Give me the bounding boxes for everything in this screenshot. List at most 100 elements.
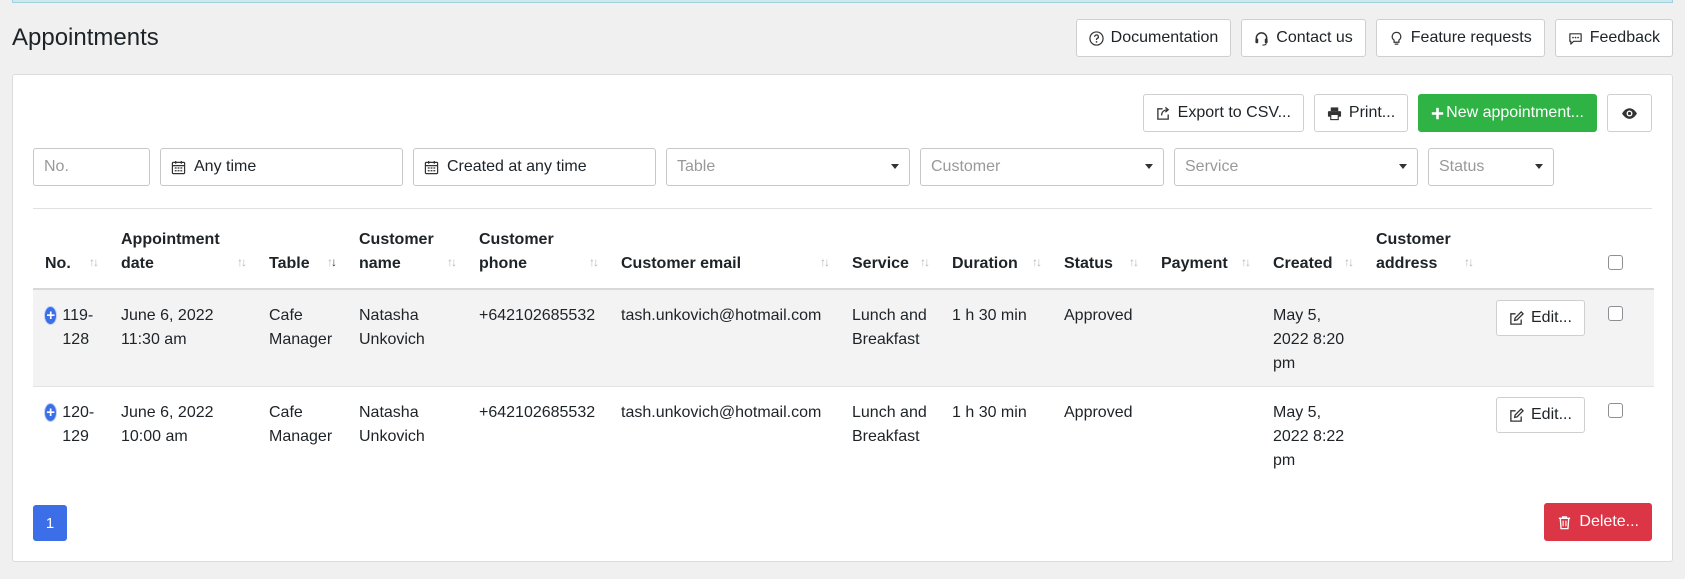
service-filter-select[interactable]: Service xyxy=(1174,148,1418,186)
cell-customer-phone: +642102685532 xyxy=(479,404,596,421)
col-header-status[interactable]: Status ↑↓ xyxy=(1052,209,1149,290)
pagination-page-1[interactable]: 1 xyxy=(33,505,67,541)
col-header-date-label: Appointment date xyxy=(121,231,220,272)
number-filter-input[interactable]: No. xyxy=(33,148,150,186)
sort-icon: ↑↓ xyxy=(1129,255,1139,269)
cell-created: May 5, 2022 8:20 pm xyxy=(1261,289,1364,387)
sort-icon: ↑↓ xyxy=(1344,255,1354,269)
cell-customer-name: Natasha Unkovich xyxy=(347,289,467,387)
cell-customer-name: Natasha Unkovich xyxy=(359,404,425,445)
cell-status: Approved xyxy=(1052,289,1149,387)
cell-date: June 6, 2022 11:30 am xyxy=(109,289,257,387)
customer-filter-select[interactable]: Customer xyxy=(920,148,1164,186)
status-filter-placeholder: Status xyxy=(1439,158,1485,175)
edit-label: Edit... xyxy=(1531,406,1572,423)
trash-icon xyxy=(1559,515,1571,529)
top-notice-strip xyxy=(12,0,1673,3)
sort-icon: ↑↓ xyxy=(237,255,247,269)
expand-row-icon[interactable]: + xyxy=(45,307,57,324)
caret-down-icon xyxy=(1535,164,1543,169)
toolbar: Export to CSV... Print... New appointmen… xyxy=(1142,94,1652,132)
col-header-customer-email-label: Customer email xyxy=(621,255,742,272)
filters-row: No. Any time Created at any time Table C… xyxy=(33,148,1652,186)
cell-select xyxy=(1596,289,1654,387)
col-header-created[interactable]: Created ↑↓ xyxy=(1261,209,1364,290)
col-header-service[interactable]: Service ↑↓ xyxy=(840,209,940,290)
col-header-table[interactable]: Table ↑↓ xyxy=(257,209,347,290)
date-filter[interactable]: Any time xyxy=(160,148,403,186)
col-header-no[interactable]: No. ↑↓ xyxy=(33,209,109,290)
cell-actions: Edit... xyxy=(1484,289,1596,387)
export-csv-label: Export to CSV... xyxy=(1177,104,1291,121)
col-header-select xyxy=(1596,209,1654,290)
col-header-duration-label: Duration xyxy=(952,255,1018,272)
customer-filter-placeholder: Customer xyxy=(931,158,1001,175)
col-header-customer-address[interactable]: Customer address ↑↓ xyxy=(1364,209,1484,290)
page-title: Appointments xyxy=(12,24,159,51)
col-header-customer-email[interactable]: Customer email ↑↓ xyxy=(609,209,840,290)
row-checkbox[interactable] xyxy=(1608,403,1623,418)
edit-button[interactable]: Edit... xyxy=(1496,397,1585,433)
export-icon xyxy=(1156,106,1169,120)
col-header-payment-label: Payment xyxy=(1161,255,1228,272)
contact-us-button[interactable]: Contact us xyxy=(1241,19,1366,57)
cell-customer-email: tash.unkovich@hotmail.com xyxy=(621,404,822,421)
col-header-duration[interactable]: Duration ↑↓ xyxy=(940,209,1052,290)
status-filter-select[interactable]: Status xyxy=(1428,148,1554,186)
sort-icon: ↑↓ xyxy=(920,255,930,269)
sort-icon: ↑↓ xyxy=(589,255,599,269)
feature-requests-label: Feature requests xyxy=(1410,29,1532,46)
cell-select xyxy=(1596,387,1654,484)
col-header-customer-name-label: Customer name xyxy=(359,231,434,272)
cell-duration: 1 h 30 min xyxy=(952,404,1027,421)
cell-date: June 6, 2022 10:00 am xyxy=(121,404,214,445)
cell-duration: 1 h 30 min xyxy=(940,289,1052,387)
edit-icon xyxy=(1510,407,1524,422)
col-header-customer-name[interactable]: Customer name ↑↓ xyxy=(347,209,467,290)
cell-created: May 5, 2022 8:22 pm xyxy=(1273,404,1345,469)
cell-payment xyxy=(1149,289,1261,387)
documentation-button[interactable]: Documentation xyxy=(1075,19,1232,57)
delete-label: Delete... xyxy=(1579,513,1639,530)
cell-customer-address xyxy=(1364,387,1484,484)
caret-down-icon xyxy=(1399,164,1407,169)
column-visibility-button[interactable] xyxy=(1607,94,1652,132)
col-header-customer-phone[interactable]: Customer phone ↑↓ xyxy=(467,209,609,290)
edit-button[interactable]: Edit... xyxy=(1496,300,1585,336)
new-appointment-button[interactable]: New appointment... xyxy=(1418,94,1597,132)
cell-no-value: 120-129 xyxy=(62,404,95,445)
select-all-checkbox[interactable] xyxy=(1608,255,1623,270)
col-header-actions xyxy=(1484,209,1596,290)
lightbulb-icon xyxy=(1391,31,1402,45)
col-header-payment[interactable]: Payment ↑↓ xyxy=(1149,209,1261,290)
feedback-label: Feedback xyxy=(1589,29,1660,46)
sort-desc-icon: ↑↓ xyxy=(327,255,337,269)
created-filter[interactable]: Created at any time xyxy=(413,148,656,186)
feature-requests-button[interactable]: Feature requests xyxy=(1375,19,1545,57)
cell-no-value: 119-128 xyxy=(62,307,94,348)
number-filter-placeholder: No. xyxy=(44,158,69,175)
printer-icon xyxy=(1327,106,1341,120)
sort-icon: ↑↓ xyxy=(820,255,830,269)
col-header-date[interactable]: Appointment date ↑↓ xyxy=(109,209,257,290)
table-header-row: No. ↑↓ Appointment date ↑↓ Table ↑↓ Custome… xyxy=(33,209,1654,290)
cell-customer-address xyxy=(1364,289,1484,387)
table-row[interactable]: +120-129 June 6, 2022 10:00 am Cafe Mana… xyxy=(33,387,1654,484)
table-filter-select[interactable]: Table xyxy=(666,148,910,186)
row-checkbox[interactable] xyxy=(1608,306,1623,321)
export-csv-button[interactable]: Export to CSV... xyxy=(1142,94,1304,132)
table-row[interactable]: +119-128 June 6, 2022 11:30 am Cafe Mana… xyxy=(33,289,1654,387)
col-header-status-label: Status xyxy=(1064,255,1113,272)
feedback-button[interactable]: Feedback xyxy=(1554,19,1673,57)
sort-icon: ↑↓ xyxy=(1464,255,1474,269)
cell-service: Lunch and Breakfast xyxy=(840,289,940,387)
edit-icon xyxy=(1510,310,1524,325)
delete-button[interactable]: Delete... xyxy=(1544,503,1652,541)
expand-row-icon[interactable]: + xyxy=(45,404,57,421)
help-buttons: Documentation Contact us Feature request… xyxy=(1075,19,1673,57)
print-button[interactable]: Print... xyxy=(1313,94,1409,132)
table-filter-placeholder: Table xyxy=(677,158,716,175)
col-header-created-label: Created xyxy=(1273,255,1333,272)
calendar-icon xyxy=(424,160,439,174)
sort-icon: ↑↓ xyxy=(447,255,457,269)
